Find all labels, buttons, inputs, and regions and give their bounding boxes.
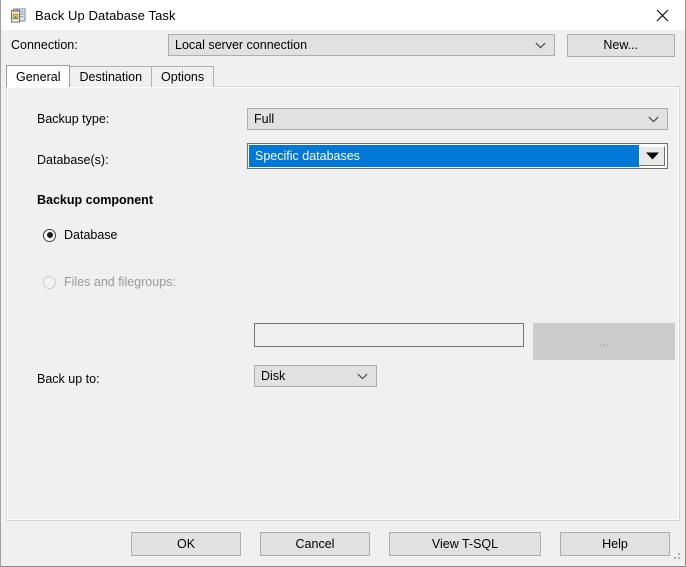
tab-destination[interactable]: Destination [69,66,153,87]
radio-files-and-filegroups-label: Files and filegroups: [64,275,176,289]
chevron-down-icon [534,38,546,52]
tab-general-label: General [16,69,61,84]
close-icon[interactable] [640,0,685,30]
back-up-to-value: Disk [261,369,286,383]
files-and-filegroups-input [254,323,524,347]
tab-options-label: Options [161,70,205,84]
title-bar: Back Up Database Task [1,0,685,30]
radio-files-and-filegroups: Files and filegroups: [43,275,176,289]
ok-button[interactable]: OK [131,531,241,556]
connection-value: Local server connection [175,38,308,52]
tab-strip: General Destination Options [6,65,685,87]
chevron-down-icon [357,369,368,383]
connection-label: Connection: [11,38,78,52]
task-clipboard-icon [10,7,27,24]
cancel-button-label: Cancel [295,536,335,551]
triangle-down-icon [645,152,659,160]
cancel-button[interactable]: Cancel [260,531,370,556]
view-tsql-button[interactable]: View T-SQL [389,531,541,556]
tab-options[interactable]: Options [151,66,215,87]
help-button[interactable]: Help [560,531,670,556]
window-title: Back Up Database Task [35,7,176,23]
help-button-label: Help [602,536,628,551]
resize-grip[interactable] [670,551,682,563]
radio-files-and-filegroups-indicator [43,275,56,289]
databases-selected-value: Specific databases [249,145,639,167]
connection-combobox[interactable]: Local server connection [168,34,555,56]
chevron-down-icon [648,112,659,126]
databases-dropdown-button[interactable] [639,146,665,166]
back-up-to-label: Back up to: [37,372,100,386]
dialog-footer: OK Cancel View T-SQL Help [1,521,685,566]
tab-destination-label: Destination [79,70,143,84]
radio-database-indicator [43,228,56,242]
backup-type-label: Backup type: [37,112,110,126]
files-browse-label: ... [598,334,610,349]
backup-database-task-dialog: Back Up Database Task Connection: Local … [0,0,686,567]
backup-type-combobox[interactable]: Full [247,108,668,130]
general-tab-panel: Backup type: Full Database(s): Specific … [6,86,680,521]
ok-button-label: OK [176,536,196,551]
databases-combobox[interactable]: Specific databases [247,143,668,169]
files-browse-button: ... [533,323,675,360]
backup-type-value: Full [254,112,275,126]
tab-general[interactable]: General [6,65,71,87]
new-connection-button[interactable]: New... [566,33,675,57]
radio-database-label: Database [64,228,118,242]
connection-row: Connection: Local server connection New.… [1,30,685,60]
back-up-to-combobox[interactable]: Disk [254,365,377,387]
databases-label: Database(s): [37,153,109,167]
view-tsql-button-label: View T-SQL [431,536,499,551]
radio-database[interactable]: Database [43,228,118,242]
new-connection-label: New... [603,38,639,52]
backup-component-heading: Backup component [37,193,153,207]
